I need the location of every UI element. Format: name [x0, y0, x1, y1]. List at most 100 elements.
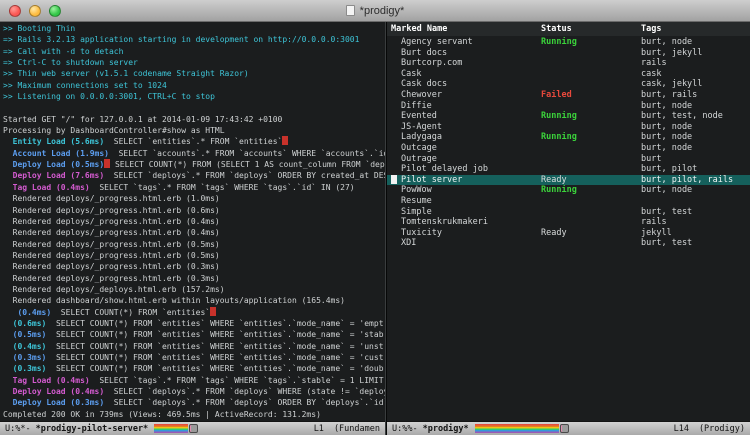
- service-status: [541, 164, 641, 175]
- log-line: Rendered deploys/_progress.html.erb (0.5…: [3, 250, 385, 261]
- service-tags: burt, test: [641, 207, 750, 218]
- minimize-button[interactable]: [29, 5, 41, 17]
- service-name: Simple: [401, 207, 541, 218]
- cursor-block: [391, 175, 397, 184]
- service-status: [541, 217, 641, 228]
- marked-cell: [391, 58, 401, 69]
- marked-cell: [391, 90, 401, 101]
- service-tags: burt, node: [641, 101, 750, 112]
- log-line: Rendered deploys/_progress.html.erb (0.6…: [3, 205, 385, 216]
- marked-cell: [391, 175, 401, 186]
- service-row[interactable]: Simple burt, test: [387, 207, 750, 218]
- service-row[interactable]: Tomtenskrukmakerirails: [387, 217, 750, 228]
- log-line: Deploy Load (0.5ms) SELECT COUNT(*) FROM…: [3, 159, 385, 170]
- right-modeline[interactable]: U:%%- *prodigy* L14 (Prodigy): [387, 421, 750, 435]
- service-status: Running: [541, 132, 641, 143]
- log-line: Rendered deploys/_progress.html.erb (0.4…: [3, 216, 385, 227]
- log-segment: Deploy Load (0.4ms): [3, 387, 104, 396]
- log-segment: SELECT COUNT(*) FROM (SELECT 1 AS count_…: [110, 160, 385, 169]
- log-line: Rendered deploys/_progress.html.erb (1.0…: [3, 193, 385, 204]
- zoom-button[interactable]: [49, 5, 61, 17]
- marked-cell: [391, 154, 401, 165]
- marked-cell: [391, 217, 401, 228]
- ansi-escape-block-icon: [282, 136, 288, 145]
- service-row[interactable]: XDIburt, test: [387, 238, 750, 249]
- log-line: => Ctrl-C to shutdown server: [3, 57, 385, 68]
- service-name: Burt docs: [401, 48, 541, 59]
- service-row[interactable]: Outcageburt, node: [387, 143, 750, 154]
- log-segment: Started GET "/" for 127.0.0.1 at 2014-01…: [3, 115, 282, 124]
- service-status: Failed: [541, 90, 641, 101]
- log-line: >> Thin web server (v1.5.1 codename Stra…: [3, 68, 385, 79]
- service-tags: cask, jekyll: [641, 79, 750, 90]
- service-row[interactable]: Caskcask: [387, 69, 750, 80]
- log-segment: SELECT COUNT(*) FROM `entities` WHERE `e…: [46, 353, 383, 362]
- log-segment: Rendered deploys/_progress.html.erb (0.3…: [3, 262, 220, 271]
- service-tags: burt, rails: [641, 90, 750, 101]
- titlebar[interactable]: *prodigy*: [0, 0, 750, 22]
- close-button[interactable]: [9, 5, 21, 17]
- service-status: [541, 122, 641, 133]
- log-segment: Rendered deploys/_progress.html.erb (1.0…: [3, 194, 220, 203]
- service-row[interactable]: PowWowRunningburt, node: [387, 185, 750, 196]
- service-row[interactable]: Cask docs cask, jekyll: [387, 79, 750, 90]
- nyan-rainbow-icon: [475, 424, 559, 433]
- service-row[interactable]: Diffieburt, node: [387, 101, 750, 112]
- service-name: JS-Agent: [401, 122, 541, 133]
- service-name: Ladygaga: [401, 132, 541, 143]
- service-name: Burtcorp.com: [401, 58, 541, 69]
- service-row[interactable]: Pilot serverReadyburt, pilot, rails: [387, 175, 750, 186]
- log-segment: Rendered deploys/_progress.html.erb (0.5…: [3, 251, 220, 260]
- header-tags: Tags: [641, 24, 750, 34]
- service-row[interactable]: JS-Agentburt, node: [387, 122, 750, 133]
- service-row[interactable]: Agency servantRunningburt, node: [387, 37, 750, 48]
- log-segment: Tag Load (0.4ms): [3, 183, 90, 192]
- log-segment: >> Booting Thin: [3, 24, 75, 33]
- log-segment: Rendered deploys/_progress.html.erb (0.5…: [3, 240, 220, 249]
- service-name: Outrage: [401, 154, 541, 165]
- service-row[interactable]: Burtcorp.comrails: [387, 58, 750, 69]
- service-row[interactable]: Pilot delayed jobburt, pilot: [387, 164, 750, 175]
- marked-cell: [391, 122, 401, 133]
- service-row[interactable]: Outrage burt: [387, 154, 750, 165]
- log-line: Rendered deploys/_progress.html.erb (0.3…: [3, 273, 385, 284]
- log-segment: SELECT COUNT(*) FROM `entities` WHERE `e…: [46, 364, 383, 373]
- service-row[interactable]: ChewoverFailedburt, rails: [387, 90, 750, 101]
- marked-cell: [391, 196, 401, 207]
- log-segment: => Ctrl-C to shutdown server: [3, 58, 138, 67]
- left-pane-process-buffer[interactable]: >> Booting Thin=> Rails 3.2.13 applicati…: [0, 22, 385, 435]
- marked-cell: [391, 164, 401, 175]
- log-line: (0.3ms) SELECT COUNT(*) FROM `entities` …: [3, 352, 385, 363]
- log-line: (0.4ms) SELECT COUNT(*) FROM `entities`: [3, 307, 385, 318]
- modeline-major-mode: (Prodigy): [699, 424, 745, 434]
- log-line: [3, 102, 385, 113]
- service-row[interactable]: Resume: [387, 196, 750, 207]
- traffic-lights: [0, 5, 61, 17]
- service-tags: burt, test: [641, 238, 750, 249]
- service-name: Cask docs: [401, 79, 541, 90]
- service-row[interactable]: LadygagaRunningburt, node: [387, 132, 750, 143]
- left-modeline[interactable]: U:%*- *prodigy-pilot-server* L1 (Fundame…: [0, 421, 385, 435]
- service-status: [541, 48, 641, 59]
- marked-cell: [391, 101, 401, 112]
- log-line: Completed 200 OK in 739ms (Views: 469.5m…: [3, 409, 385, 420]
- log-segment: Completed 200 OK in 739ms (Views: 469.5m…: [3, 410, 321, 419]
- service-tags: burt: [641, 154, 750, 165]
- marked-cell: [391, 79, 401, 90]
- right-pane-prodigy-buffer[interactable]: Marked Name Status Tags Agency servantRu…: [387, 22, 750, 435]
- service-name: Tomtenskrukmakeri: [401, 217, 541, 228]
- log-segment: SELECT `deploys`.* FROM `deploys` ORDER …: [104, 171, 385, 180]
- service-row[interactable]: Burt docsburt, jekyll: [387, 48, 750, 59]
- log-line: Started GET "/" for 127.0.0.1 at 2014-01…: [3, 114, 385, 125]
- log-segment: Rendered dashboard/show.html.erb within …: [3, 296, 345, 305]
- log-segment: Rendered deploys/_progress.html.erb (0.4…: [3, 217, 220, 226]
- frame-content: >> Booting Thin=> Rails 3.2.13 applicati…: [0, 22, 750, 435]
- service-tags: jekyll: [641, 228, 750, 239]
- nyan-rainbow-icon: [154, 424, 188, 433]
- log-line: Deploy Load (0.3ms) SELECT `deploys`.* F…: [3, 397, 385, 408]
- modeline-line-number: L14: [674, 424, 689, 434]
- service-row[interactable]: EventedRunningburt, test, node: [387, 111, 750, 122]
- service-tags: [641, 196, 750, 207]
- service-row[interactable]: TuxicityReadyjekyll: [387, 228, 750, 239]
- service-name: Pilot server: [401, 175, 541, 186]
